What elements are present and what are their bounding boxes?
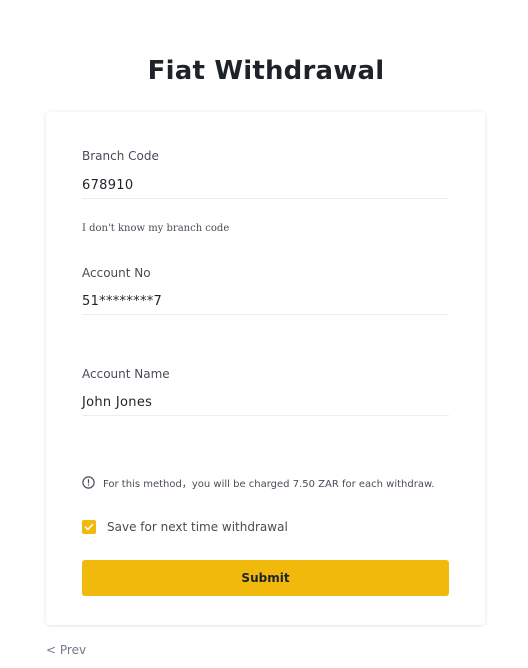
- branch-code-underline: [82, 198, 449, 199]
- checkmark-icon: [84, 523, 94, 531]
- prev-link[interactable]: < Prev: [46, 643, 86, 657]
- info-circle-icon: [82, 476, 95, 489]
- page-title: Fiat Withdrawal: [147, 56, 385, 86]
- branch-code-field[interactable]: 678910: [82, 178, 133, 193]
- save-for-next-time-row[interactable]: Save for next time withdrawal: [82, 520, 288, 534]
- account-no-field[interactable]: 51********7: [82, 294, 162, 309]
- fiat-withdrawal-page: Fiat Withdrawal Branch Code 678910 I don…: [0, 0, 528, 668]
- fee-notice-text: For this method，you will be charged 7.50…: [103, 479, 435, 490]
- submit-button[interactable]: Submit: [82, 560, 449, 596]
- withdrawal-form-card: Branch Code 678910 I don't know my branc…: [46, 112, 485, 625]
- account-no-label: Account No: [82, 266, 151, 280]
- save-checkbox-label: Save for next time withdrawal: [107, 520, 288, 534]
- account-name-label: Account Name: [82, 367, 170, 381]
- save-checkbox[interactable]: [82, 520, 96, 534]
- branch-code-label: Branch Code: [82, 149, 159, 163]
- account-name-underline: [82, 415, 449, 416]
- account-name-field[interactable]: John Jones: [82, 395, 152, 410]
- fee-notice: For this method，you will be charged 7.50…: [82, 475, 434, 490]
- account-no-underline: [82, 314, 449, 315]
- unknown-branch-code-link[interactable]: I don't know my branch code: [82, 223, 229, 234]
